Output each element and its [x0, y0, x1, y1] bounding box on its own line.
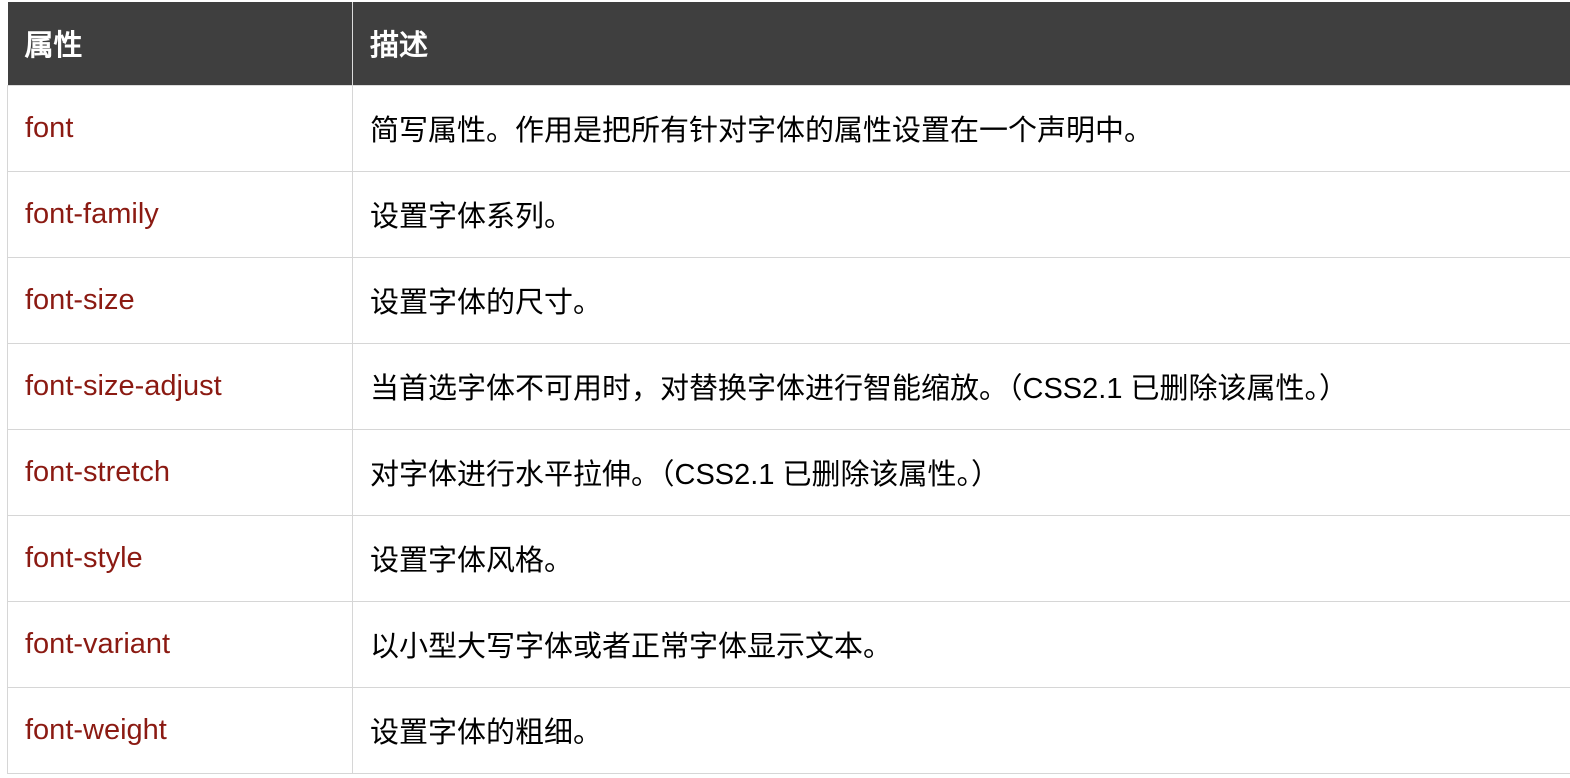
table-row: font-size 设置字体的尺寸。: [7, 257, 1570, 344]
property-link-font-family[interactable]: font-family: [25, 198, 159, 230]
table-row: font-style 设置字体风格。: [7, 515, 1570, 602]
table-body: font 简写属性。作用是把所有针对字体的属性设置在一个声明中。 font-fa…: [7, 85, 1570, 774]
description-cell: 当首选字体不可用时，对替换字体进行智能缩放。（CSS2.1 已删除该属性。）: [352, 343, 1570, 430]
property-link-font-variant[interactable]: font-variant: [25, 628, 170, 660]
table-row: font-size-adjust 当首选字体不可用时，对替换字体进行智能缩放。（…: [7, 343, 1570, 430]
table-row: font-variant 以小型大写字体或者正常字体显示文本。: [7, 601, 1570, 688]
header-description: 描述: [352, 2, 1570, 86]
description-cell: 设置字体系列。: [352, 171, 1570, 258]
header-property: 属性: [7, 2, 353, 86]
table-header: 属性 描述: [7, 2, 1570, 86]
description-cell: 设置字体的粗细。: [352, 687, 1570, 774]
description-cell: 对字体进行水平拉伸。（CSS2.1 已删除该属性。）: [352, 429, 1570, 516]
property-link-font-stretch[interactable]: font-stretch: [25, 456, 170, 488]
property-cell: font-variant: [7, 601, 353, 688]
table-row: font-family 设置字体系列。: [7, 171, 1570, 258]
property-cell: font: [7, 85, 353, 172]
table-row: font 简写属性。作用是把所有针对字体的属性设置在一个声明中。: [7, 85, 1570, 172]
property-cell: font-style: [7, 515, 353, 602]
table-row: font-weight 设置字体的粗细。: [7, 687, 1570, 774]
header-row: 属性 描述: [7, 2, 1570, 86]
description-cell: 设置字体的尺寸。: [352, 257, 1570, 344]
property-cell: font-size: [7, 257, 353, 344]
property-cell: font-weight: [7, 687, 353, 774]
description-cell: 以小型大写字体或者正常字体显示文本。: [352, 601, 1570, 688]
property-link-font[interactable]: font: [25, 112, 73, 144]
property-link-font-weight[interactable]: font-weight: [25, 714, 167, 746]
font-properties-table: 属性 描述 font 简写属性。作用是把所有针对字体的属性设置在一个声明中。 f…: [7, 2, 1570, 774]
property-cell: font-stretch: [7, 429, 353, 516]
property-cell: font-size-adjust: [7, 343, 353, 430]
description-cell: 设置字体风格。: [352, 515, 1570, 602]
description-cell: 简写属性。作用是把所有针对字体的属性设置在一个声明中。: [352, 85, 1570, 172]
property-link-font-style[interactable]: font-style: [25, 542, 143, 574]
property-cell: font-family: [7, 171, 353, 258]
property-link-font-size-adjust[interactable]: font-size-adjust: [25, 370, 222, 402]
table-row: font-stretch 对字体进行水平拉伸。（CSS2.1 已删除该属性。）: [7, 429, 1570, 516]
property-link-font-size[interactable]: font-size: [25, 284, 135, 316]
